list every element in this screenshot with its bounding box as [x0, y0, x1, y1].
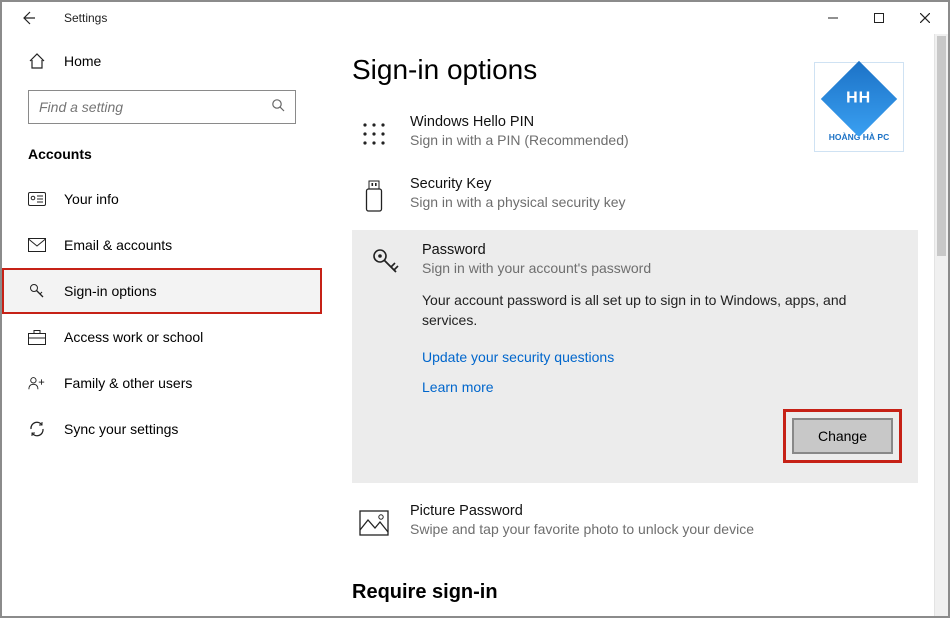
maximize-icon: [874, 13, 884, 23]
option-subtitle: Sign in with a physical security key: [410, 194, 626, 210]
titlebar: Settings: [2, 2, 948, 34]
require-signin-heading: Require sign-in: [352, 581, 918, 604]
arrow-left-icon: [20, 10, 36, 26]
sidebar: Home Accounts Your info: [2, 34, 322, 616]
window-title: Settings: [64, 11, 107, 25]
sidebar-item-family-users[interactable]: Family & other users: [2, 360, 322, 406]
change-button[interactable]: Change: [792, 418, 893, 454]
search-input[interactable]: [39, 99, 271, 115]
option-subtitle: Swipe and tap your favorite photo to unl…: [410, 521, 754, 537]
change-highlight-box: Change: [783, 409, 902, 463]
key-large-icon: [368, 244, 404, 280]
sidebar-item-label: Email & accounts: [64, 237, 172, 253]
briefcase-icon: [28, 328, 46, 346]
picture-icon: [356, 505, 392, 541]
envelope-icon: [28, 236, 46, 254]
sidebar-item-label: Family & other users: [64, 375, 192, 391]
usb-key-icon: [356, 178, 392, 214]
home-label: Home: [64, 53, 101, 69]
search-icon: [271, 98, 285, 117]
maximize-button[interactable]: [856, 3, 902, 33]
scrollbar[interactable]: [934, 34, 948, 616]
sidebar-item-access-work-school[interactable]: Access work or school: [2, 314, 322, 360]
option-security-key[interactable]: Security Key Sign in with a physical sec…: [352, 168, 918, 230]
update-security-questions-link[interactable]: Update your security questions: [422, 349, 902, 365]
sidebar-item-sign-in-options[interactable]: Sign-in options: [2, 268, 322, 314]
sync-icon: [28, 420, 46, 438]
minimize-button[interactable]: [810, 3, 856, 33]
sidebar-item-label: Sync your settings: [64, 421, 178, 437]
sidebar-item-your-info[interactable]: Your info: [2, 176, 322, 222]
sidebar-item-label: Your info: [64, 191, 119, 207]
back-button[interactable]: [20, 10, 36, 26]
logo-diamond-icon: HH: [821, 61, 897, 137]
option-password[interactable]: Password Sign in with your account's pas…: [368, 242, 902, 290]
option-title: Password: [422, 242, 651, 258]
sidebar-item-email-accounts[interactable]: Email & accounts: [2, 222, 322, 268]
option-title: Picture Password: [410, 503, 754, 519]
option-picture-password[interactable]: Picture Password Swipe and tap your favo…: [352, 495, 918, 557]
option-password-expanded: Password Sign in with your account's pas…: [352, 230, 918, 483]
pin-pad-icon: [356, 116, 392, 152]
sidebar-item-label: Access work or school: [64, 329, 203, 345]
sidebar-section-label: Accounts: [2, 142, 322, 176]
home-icon: [28, 52, 46, 70]
option-subtitle: Sign in with a PIN (Recommended): [410, 132, 629, 148]
scrollbar-thumb[interactable]: [937, 36, 946, 256]
search-box[interactable]: [28, 90, 296, 124]
option-title: Security Key: [410, 176, 626, 192]
people-plus-icon: [28, 374, 46, 392]
id-card-icon: [28, 190, 46, 208]
sidebar-item-label: Sign-in options: [64, 283, 157, 299]
learn-more-link[interactable]: Learn more: [422, 379, 902, 395]
option-subtitle: Sign in with your account's password: [422, 260, 651, 276]
home-nav[interactable]: Home: [2, 42, 322, 80]
minimize-icon: [828, 13, 838, 23]
logo-text: HH: [846, 90, 871, 108]
password-body-text: Your account password is all set up to s…: [368, 290, 902, 331]
close-icon: [920, 13, 930, 23]
sidebar-item-sync-settings[interactable]: Sync your settings: [2, 406, 322, 452]
key-icon: [28, 282, 46, 300]
settings-window: Settings Home: [0, 0, 950, 618]
watermark-logo: HH HOÀNG HÀ PC: [814, 62, 904, 152]
close-window-button[interactable]: [902, 3, 948, 33]
option-title: Windows Hello PIN: [410, 114, 629, 130]
